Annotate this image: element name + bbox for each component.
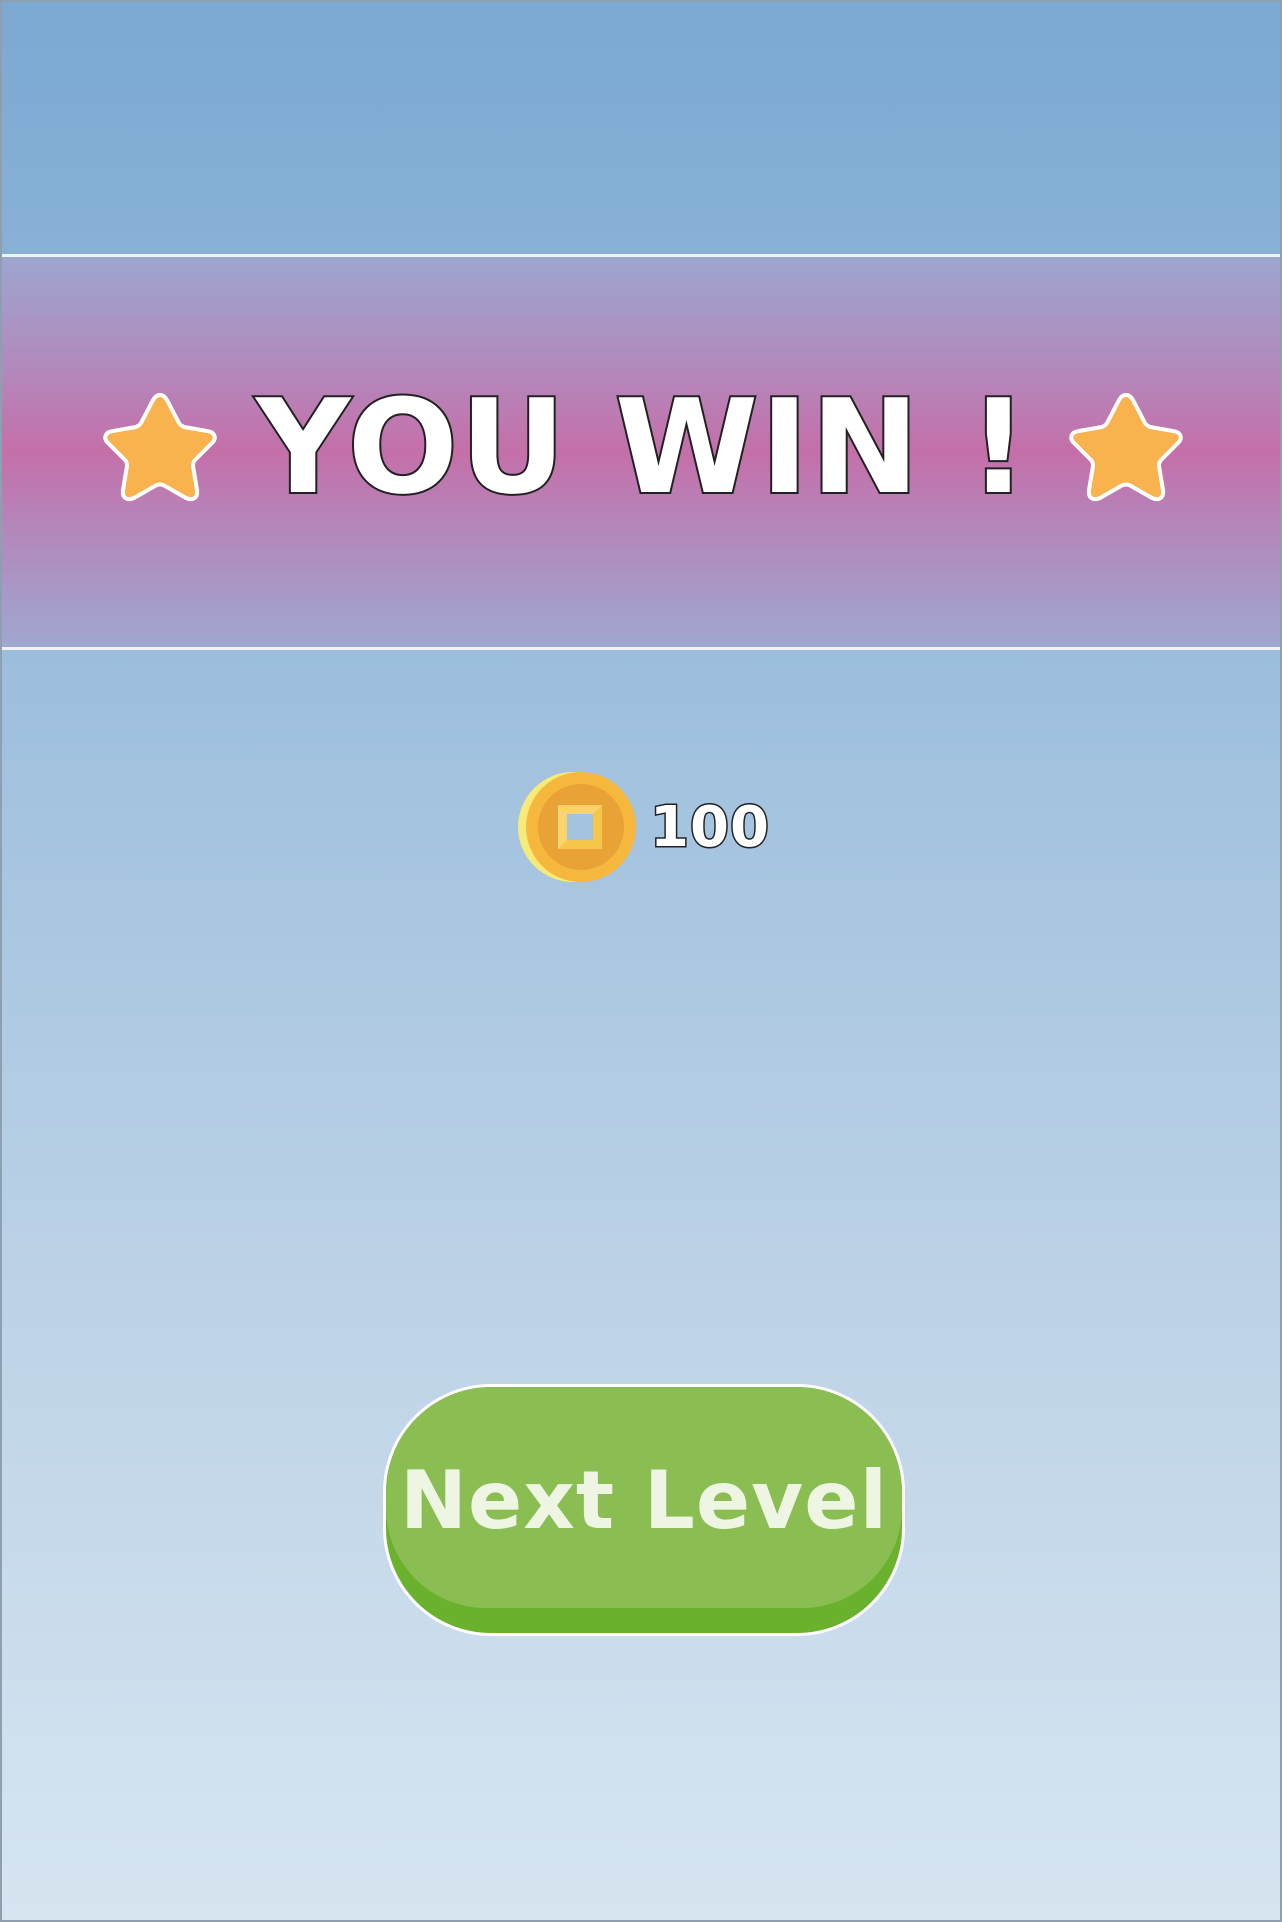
win-title: YOU WIN ! [254,371,1030,523]
coin-icon [518,772,637,882]
level-complete-screen: YOU WIN ! 100 Next Level [0,0,1282,1922]
coin-reward: 100 [2,767,1280,887]
star-icon [1069,393,1183,502]
next-level-button[interactable]: Next Level [383,1384,905,1636]
win-banner-row: YOU WIN ! [2,257,1280,647]
win-banner: YOU WIN ! [2,254,1280,650]
coin-amount: 100 [649,793,771,861]
star-icon [103,393,217,502]
next-level-button-label: Next Level [400,1454,888,1547]
